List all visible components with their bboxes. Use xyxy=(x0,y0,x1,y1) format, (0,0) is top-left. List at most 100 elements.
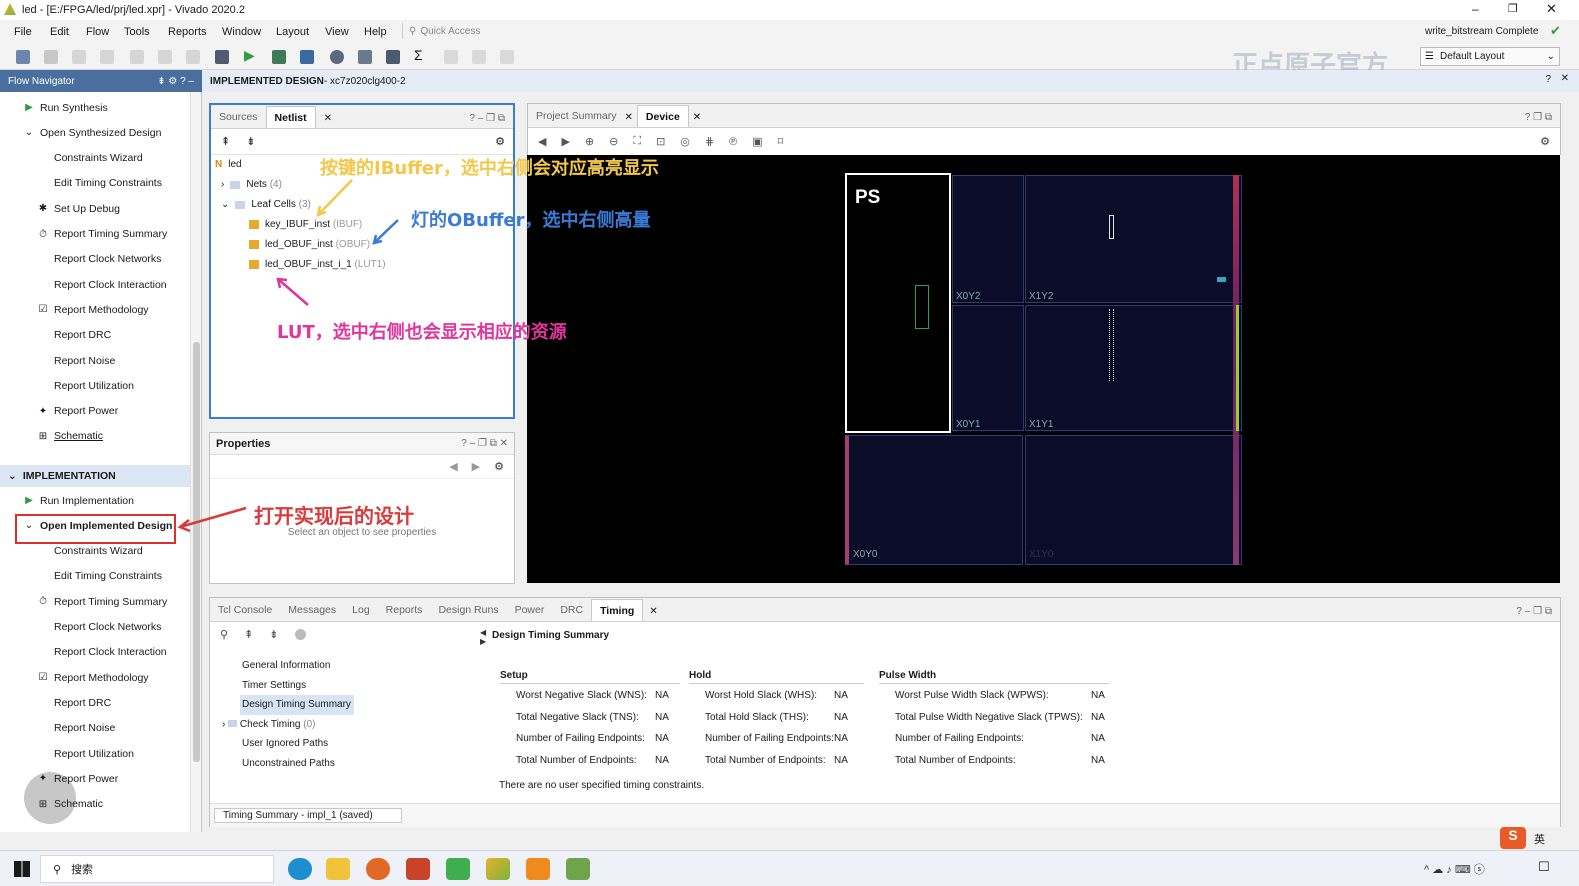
windows-start-icon[interactable] xyxy=(14,861,30,877)
zoom-out-icon[interactable]: ⊖ xyxy=(609,135,618,148)
notification-icon[interactable]: ☐ xyxy=(1538,859,1550,875)
flow-nav-item-report-methodology[interactable]: ☑ Report Methodology xyxy=(0,297,190,322)
flow-nav-item-report-drc[interactable]: Report DRC xyxy=(0,323,190,348)
tree-timer-settings[interactable]: Timer Settings xyxy=(242,676,354,696)
tree-unconstrained[interactable]: Unconstrained Paths xyxy=(242,754,354,774)
select-area-icon[interactable]: ▣ xyxy=(752,135,762,148)
sigma-icon[interactable]: Σ xyxy=(414,47,423,63)
tree-nets[interactable]: › Nets (4) xyxy=(221,179,282,190)
panel-controls[interactable]: ? – ❐ ⧉ ✕ xyxy=(461,438,508,449)
tree-design-timing-summary[interactable]: Design Timing Summary xyxy=(240,695,354,715)
collapse-all-icon[interactable]: ⇞ xyxy=(221,135,230,148)
flow-nav-item-report-utilization[interactable]: Report Utilization xyxy=(0,373,190,398)
flow-nav-item-report-noise[interactable]: Report Noise xyxy=(0,348,190,373)
menu-window[interactable]: Window xyxy=(222,26,261,38)
flow-nav-item-run-synthesis[interactable]: ▶ Run Synthesis xyxy=(0,95,190,120)
flow-nav-item-report-clock-networks[interactable]: Report Clock Networks xyxy=(0,615,190,640)
tab-device[interactable]: Device xyxy=(636,105,689,127)
tree-top[interactable]: Nled xyxy=(215,159,242,170)
help-icon[interactable]: ? xyxy=(1545,74,1551,85)
flow-nav-item-report-methodology[interactable]: ☑ Report Methodology xyxy=(0,665,190,690)
layout-selector[interactable]: ☰ Default Layout ⌄ xyxy=(1420,47,1560,66)
flow-nav-item-edit-timing-constraints[interactable]: Edit Timing Constraints xyxy=(0,564,190,589)
tree-general-info[interactable]: General Information xyxy=(242,656,354,676)
menu-edit[interactable]: Edit xyxy=(50,26,69,38)
close-icon[interactable]: ✕ xyxy=(649,606,657,617)
flow-nav-item-report-power[interactable]: ✦ Report Power xyxy=(0,399,190,424)
flow-nav-item-report-clock-networks[interactable]: Report Clock Networks xyxy=(0,247,190,272)
highlight-icon[interactable]: ⌑ xyxy=(778,135,784,148)
search-icon[interactable]: ⚲ xyxy=(220,628,228,641)
flow-nav-item-report-clock-interaction[interactable]: Report Clock Interaction xyxy=(0,272,190,297)
panel-controls[interactable]: ? – ❐ ⧉ xyxy=(469,113,505,124)
forward-icon[interactable]: ▶ xyxy=(472,460,480,473)
flow-nav-item-constraints-wizard[interactable]: Constraints Wizard xyxy=(0,539,190,564)
binoculars-icon[interactable] xyxy=(215,50,229,64)
close-window-button[interactable]: ✕ xyxy=(1546,1,1557,17)
edge-icon[interactable] xyxy=(288,858,312,880)
menu-tools[interactable]: Tools xyxy=(124,26,150,38)
panel-controls[interactable]: ? ❐ ⧉ xyxy=(1525,112,1552,123)
tab-reports[interactable]: Reports xyxy=(378,599,431,621)
pblock-icon[interactable]: ℗ xyxy=(729,136,737,148)
flow-nav-item-report-clock-interaction[interactable]: Report Clock Interaction xyxy=(0,640,190,665)
tree-cell[interactable]: led_OBUF_inst_i_1 (LUT1) xyxy=(249,259,386,270)
flow-nav-item-set-up-debug[interactable]: ✱ Set Up Debug xyxy=(0,196,190,221)
flow-nav-item-report-noise[interactable]: Report Noise xyxy=(0,716,190,741)
powerpoint-icon[interactable] xyxy=(406,858,430,880)
flow-nav-item-open-implemented-design[interactable]: ⌄ Open Implemented Design xyxy=(0,513,190,538)
tray-icons[interactable]: ^ ☁ ♪ ⌨ ⓢ xyxy=(1424,861,1485,877)
save-icon[interactable] xyxy=(44,50,58,64)
ps-block[interactable]: PS xyxy=(845,173,951,433)
taskbar-search[interactable]: ⚲ 搜索 xyxy=(40,855,274,883)
clock-region[interactable] xyxy=(952,175,1024,303)
close-icon[interactable]: ✕ xyxy=(625,112,633,123)
expand-all-icon[interactable]: ⇟ xyxy=(269,628,278,641)
report-icon[interactable] xyxy=(358,50,372,64)
implementation-header[interactable]: ⌄ IMPLEMENTATION xyxy=(0,465,190,487)
undo-icon[interactable] xyxy=(72,50,86,64)
menu-layout[interactable]: Layout xyxy=(276,26,309,38)
flow-nav-item-schematic[interactable]: ⊞ Schematic xyxy=(0,424,190,449)
tab-timing[interactable]: Timing xyxy=(591,599,644,621)
tab-tcl-console[interactable]: Tcl Console xyxy=(210,599,280,621)
menu-view[interactable]: View xyxy=(325,26,349,38)
tab-sources[interactable]: Sources xyxy=(211,106,266,128)
flow-nav-item-edit-timing-constraints[interactable]: Edit Timing Constraints xyxy=(0,171,190,196)
tab-design-runs[interactable]: Design Runs xyxy=(430,599,506,621)
close-icon[interactable]: ✕ xyxy=(693,112,701,123)
back-icon[interactable]: ◀ xyxy=(449,460,457,473)
implement-icon[interactable] xyxy=(300,50,314,64)
tab-project-summary[interactable]: Project Summary xyxy=(528,105,625,127)
tree-leaf-cells[interactable]: ⌄ Leaf Cells (3) xyxy=(221,199,311,210)
copy-icon[interactable] xyxy=(130,50,144,64)
tab-drc[interactable]: DRC xyxy=(552,599,591,621)
clock-region[interactable] xyxy=(952,305,1024,431)
tab-log[interactable]: Log xyxy=(344,599,378,621)
tab-power[interactable]: Power xyxy=(507,599,553,621)
flow-nav-item-report-power[interactable]: ✦ Report Power xyxy=(0,766,190,791)
tree-user-ignored[interactable]: User Ignored Paths xyxy=(242,734,354,754)
menu-reports[interactable]: Reports xyxy=(168,26,207,38)
delete-icon[interactable] xyxy=(186,50,200,64)
tab-messages[interactable]: Messages xyxy=(280,599,344,621)
splitter-arrows[interactable]: ◀ ▶ xyxy=(480,628,486,652)
collapse-all-icon[interactable]: ⇞ xyxy=(244,628,253,641)
flow-nav-item-constraints-wizard[interactable]: Constraints Wizard xyxy=(0,146,190,171)
tree-cell[interactable]: key_IBUF_inst (IBUF) xyxy=(249,219,362,230)
paste-icon[interactable] xyxy=(158,50,172,64)
flow-nav-item-run-implementation[interactable]: ▶ Run Implementation xyxy=(0,488,190,513)
gear-icon[interactable]: ⚙ xyxy=(1540,135,1550,148)
auto-fit-icon[interactable]: ◎ xyxy=(680,135,690,148)
panel-controls[interactable]: ⇟ ⚙ ? – xyxy=(157,76,194,87)
clock-region[interactable] xyxy=(845,435,1023,565)
clock-region[interactable] xyxy=(1025,305,1242,431)
timer-icon[interactable] xyxy=(330,50,344,64)
app-icon[interactable] xyxy=(446,858,470,880)
redo-icon[interactable] xyxy=(100,50,114,64)
panel-controls[interactable]: ? – ❐ ⧉ xyxy=(1516,606,1552,617)
vivado-taskbar-icon[interactable] xyxy=(486,858,510,880)
notepad-icon[interactable] xyxy=(566,858,590,880)
device-view[interactable]: PS X0Y2 X1Y2 X0Y1 X1Y1 X0Y0 X1Y0 xyxy=(527,155,1560,583)
menu-flow[interactable]: Flow xyxy=(86,26,109,38)
